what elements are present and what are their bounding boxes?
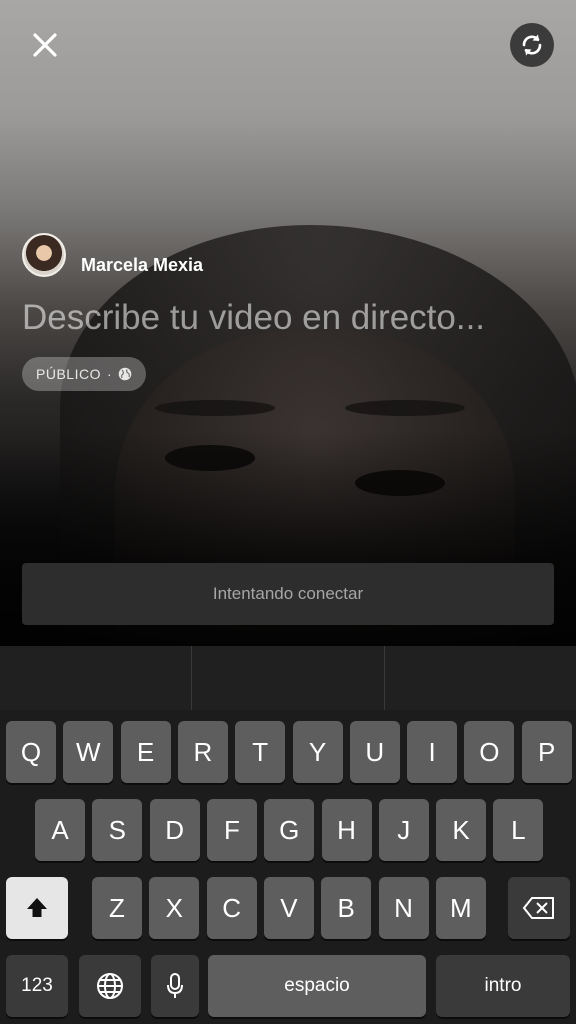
microphone-key[interactable] xyxy=(151,955,199,1017)
key-h[interactable]: H xyxy=(321,799,372,861)
key-g[interactable]: G xyxy=(264,799,315,861)
suggestion-bar xyxy=(0,646,576,710)
keyboard: QWERTYUIOP ASDFGHJKL ZXCVBNM 123 espacio… xyxy=(0,646,576,1024)
delete-icon xyxy=(522,897,554,919)
globe-icon xyxy=(97,973,123,999)
microphone-icon xyxy=(167,973,183,998)
key-b[interactable]: B xyxy=(321,877,372,939)
key-q[interactable]: Q xyxy=(6,721,56,783)
shift-key[interactable] xyxy=(6,877,68,939)
close-icon xyxy=(33,33,57,57)
key-u[interactable]: U xyxy=(349,721,400,783)
delete-key[interactable] xyxy=(508,877,570,939)
key-l[interactable]: L xyxy=(493,799,544,861)
numbers-key[interactable]: 123 xyxy=(6,955,68,1017)
user-name: Marcela Mexia xyxy=(81,255,204,275)
video-description-input[interactable] xyxy=(22,296,552,340)
return-key[interactable]: intro xyxy=(436,955,570,1017)
avatar xyxy=(22,233,66,277)
key-p[interactable]: P xyxy=(521,721,572,783)
privacy-selector[interactable]: PÚBLICO · xyxy=(22,357,147,391)
key-a[interactable]: A xyxy=(35,799,85,861)
flip-camera-icon xyxy=(522,34,542,56)
shift-icon xyxy=(27,898,47,917)
key-v[interactable]: V xyxy=(263,877,314,939)
close-button[interactable] xyxy=(28,28,62,62)
key-e[interactable]: E xyxy=(120,721,171,783)
key-j[interactable]: J xyxy=(378,799,429,861)
key-k[interactable]: K xyxy=(436,799,487,861)
key-y[interactable]: Y xyxy=(292,721,343,783)
suggestion-divider xyxy=(191,646,192,710)
key-i[interactable]: I xyxy=(407,721,458,783)
key-d[interactable]: D xyxy=(149,799,200,861)
key-m[interactable]: M xyxy=(435,877,486,939)
key-t[interactable]: T xyxy=(235,721,286,783)
key-f[interactable]: F xyxy=(206,799,257,861)
key-o[interactable]: O xyxy=(464,721,515,783)
key-n[interactable]: N xyxy=(378,877,429,939)
key-c[interactable]: C xyxy=(206,877,257,939)
left-brow xyxy=(155,400,275,416)
key-r[interactable]: R xyxy=(177,721,228,783)
key-z[interactable]: Z xyxy=(92,877,142,939)
key-x[interactable]: X xyxy=(149,877,200,939)
suggestion-divider xyxy=(384,646,385,710)
globe-key[interactable] xyxy=(79,955,141,1017)
right-brow xyxy=(345,400,465,416)
key-w[interactable]: W xyxy=(63,721,114,783)
connect-label: Intentando conectar xyxy=(212,584,364,603)
privacy-separator: · xyxy=(106,366,113,382)
key-s[interactable]: S xyxy=(92,799,143,861)
space-key[interactable]: espacio xyxy=(208,955,426,1017)
privacy-label: PÚBLICO xyxy=(36,366,101,382)
connect-status-button[interactable]: Intentando conectar xyxy=(22,563,554,625)
globe-icon xyxy=(118,367,132,381)
flip-camera-button[interactable] xyxy=(510,23,554,67)
